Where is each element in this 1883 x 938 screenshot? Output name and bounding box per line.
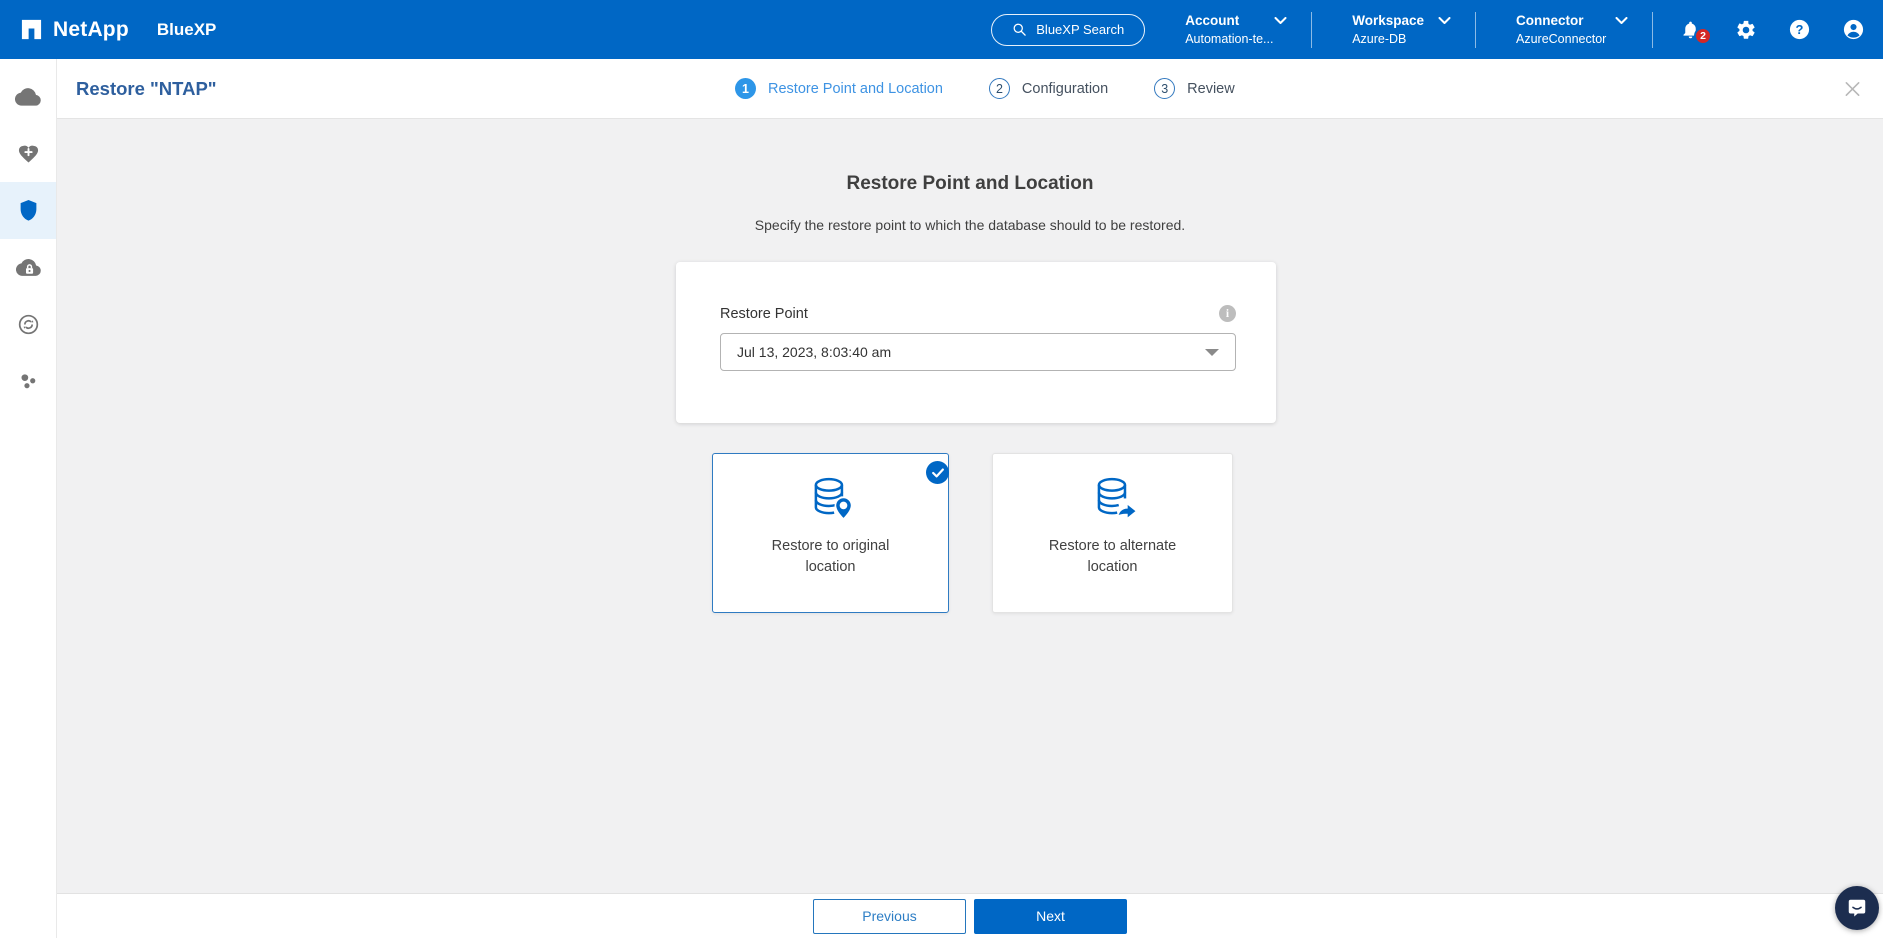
- database-pin-icon: [806, 474, 856, 526]
- previous-button[interactable]: Previous: [813, 898, 966, 934]
- connector-label: Connector: [1516, 13, 1584, 28]
- workspace-label: Workspace: [1352, 13, 1424, 28]
- caret-down-icon: [1205, 348, 1219, 356]
- wizard-title: Restore "NTAP": [76, 77, 217, 99]
- help-button[interactable]: ?: [1788, 18, 1811, 41]
- step-configuration[interactable]: 2 Configuration: [988, 78, 1109, 99]
- heart-plus-icon: [17, 142, 40, 165]
- step-review[interactable]: 3 Review: [1154, 78, 1235, 99]
- connector-menu[interactable]: Connector AzureConnector: [1516, 13, 1628, 46]
- wizard-body: Restore Point and Location Specify the r…: [57, 119, 1883, 893]
- cloud-icon: [15, 84, 41, 110]
- step-number: 2: [988, 78, 1010, 99]
- sidebar-item-extensions[interactable]: [0, 353, 56, 410]
- account-value: Automation-te...: [1185, 32, 1274, 46]
- page-title: Restore Point and Location: [846, 173, 1094, 194]
- chevron-down-icon: [1424, 16, 1451, 25]
- product-name: BlueXP: [156, 19, 217, 39]
- next-button[interactable]: Next: [974, 898, 1127, 934]
- step-label: Review: [1187, 80, 1235, 97]
- restore-point-value: Jul 13, 2023, 8:03:40 am: [737, 344, 892, 360]
- chat-bubble-icon: [1846, 897, 1868, 919]
- sidebar-item-health[interactable]: [0, 125, 56, 182]
- account-label: Account: [1185, 13, 1240, 28]
- settings-gear-icon: [1735, 19, 1757, 41]
- step-number: 1: [735, 78, 756, 99]
- selected-check-icon: [926, 461, 949, 484]
- step-label: Configuration: [1021, 80, 1109, 97]
- svg-text:?: ?: [1796, 22, 1804, 37]
- restore-point-card: Restore Point i Jul 13, 2023, 8:03:40 am: [676, 262, 1276, 423]
- connector-value: AzureConnector: [1516, 32, 1607, 46]
- topbar-divider: [1311, 11, 1313, 48]
- page-subtitle: Specify the restore point to which the d…: [754, 217, 1186, 233]
- restore-point-select[interactable]: Jul 13, 2023, 8:03:40 am: [720, 333, 1236, 371]
- wizard-header: Restore "NTAP" 1 Restore Point and Locat…: [57, 59, 1883, 119]
- search-icon: [1012, 22, 1027, 37]
- workspace-value: Azure-DB: [1352, 32, 1407, 46]
- topbar-divider: [1475, 11, 1476, 48]
- option-label: Restore to original location: [771, 538, 890, 575]
- option-restore-alternate-location[interactable]: Restore to alternate location: [992, 453, 1233, 613]
- left-nav-sidebar: [0, 59, 57, 938]
- step-restore-point-and-location[interactable]: 1 Restore Point and Location: [735, 78, 943, 99]
- database-arrow-icon: [1088, 474, 1138, 526]
- notification-badge: 2: [1694, 27, 1712, 45]
- user-avatar-icon: [1842, 18, 1865, 41]
- sidebar-item-protection[interactable]: [0, 182, 56, 239]
- bluexp-search[interactable]: BlueXP Search: [991, 13, 1146, 46]
- user-menu-button[interactable]: [1842, 18, 1865, 41]
- sidebar-item-ransomware-protection[interactable]: [0, 239, 56, 296]
- chevron-down-icon: [1260, 16, 1287, 25]
- sync-circle-icon: [17, 313, 40, 336]
- top-bar: NetApp BlueXP BlueXP Search Account Auto…: [0, 0, 1883, 59]
- topbar-divider: [1652, 11, 1653, 48]
- account-menu[interactable]: Account Automation-te...: [1185, 13, 1287, 46]
- sidebar-item-sync[interactable]: [0, 296, 56, 353]
- netapp-logo[interactable]: NetApp: [20, 18, 129, 42]
- close-icon[interactable]: [1844, 80, 1861, 97]
- chevron-down-icon: [1601, 16, 1628, 25]
- help-icon: ?: [1788, 18, 1811, 41]
- wizard-steps: 1 Restore Point and Location 2 Configura…: [735, 59, 1235, 118]
- settings-button[interactable]: [1735, 19, 1757, 41]
- wizard-footer: Previous Next: [57, 893, 1883, 938]
- chat-launcher-button[interactable]: [1835, 886, 1879, 930]
- cloud-lock-icon: [15, 255, 41, 280]
- cluster-dots-icon: [17, 370, 40, 393]
- shield-icon: [18, 199, 39, 222]
- workspace-menu[interactable]: Workspace Azure-DB: [1352, 13, 1451, 46]
- option-restore-original-location[interactable]: Restore to original location: [712, 453, 949, 613]
- restore-point-label: Restore Point: [720, 305, 808, 322]
- notifications-button[interactable]: 2: [1680, 19, 1712, 45]
- search-label: BlueXP Search: [1036, 22, 1125, 37]
- option-label: Restore to alternate location: [1048, 538, 1177, 575]
- step-label: Restore Point and Location: [768, 80, 943, 97]
- step-number: 3: [1154, 78, 1176, 99]
- sidebar-item-storage[interactable]: [0, 68, 56, 125]
- netapp-mark-icon: [20, 18, 43, 41]
- info-icon[interactable]: i: [1219, 305, 1236, 322]
- brand-name: NetApp: [53, 17, 129, 41]
